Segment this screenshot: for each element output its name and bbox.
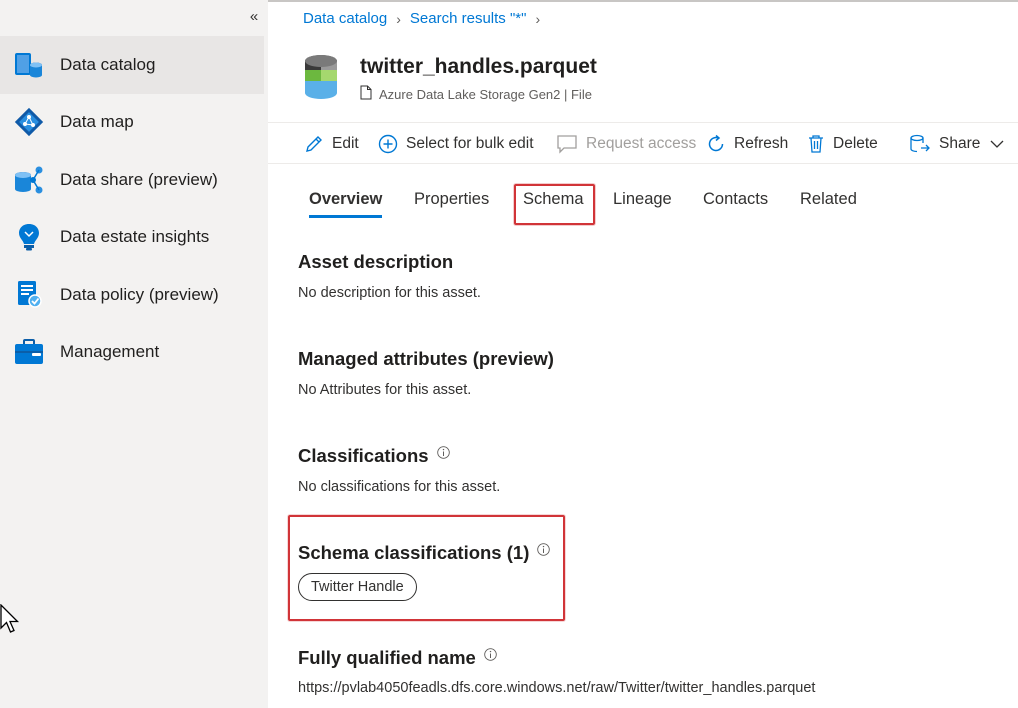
management-toolbox-icon — [13, 336, 45, 368]
tab-properties[interactable]: Properties — [414, 178, 489, 222]
asset-tabs: Overview Properties Schema Lineage Conta… — [298, 178, 1018, 222]
sidebar-item-data-estate-insights[interactable]: Data estate insights — [0, 209, 264, 267]
breadcrumb: Data catalog › Search results "*" › — [303, 10, 549, 27]
bulk-edit-label: Select for bulk edit — [406, 135, 534, 152]
collapse-nav-button[interactable]: « — [244, 8, 264, 28]
share-database-icon — [910, 134, 930, 153]
delete-button[interactable]: Delete — [807, 123, 878, 165]
insights-lightbulb-icon — [13, 221, 45, 253]
sidebar-item-data-map[interactable]: Data map — [0, 94, 264, 152]
add-circle-icon — [378, 134, 398, 154]
trash-icon — [809, 135, 823, 153]
info-icon[interactable] — [436, 442, 450, 464]
data-share-icon — [13, 164, 45, 196]
parquet-file-icon — [304, 54, 338, 100]
refresh-label: Refresh — [734, 135, 789, 152]
mouse-pointer-icon — [0, 603, 20, 639]
chevron-right-icon: › — [396, 10, 401, 27]
asset-description-title: Asset description — [298, 251, 454, 272]
sidebar-item-data-catalog[interactable]: Data catalog — [0, 36, 264, 94]
breadcrumb-data-catalog[interactable]: Data catalog — [303, 10, 387, 27]
pencil-icon — [306, 136, 322, 152]
purview-app: « Data catalog Data map Data share (prev… — [0, 0, 1018, 708]
sidebar-item-label: Management — [60, 342, 160, 362]
sidebar-item-label: Data policy (preview) — [60, 284, 219, 304]
edit-button[interactable]: Edit — [304, 123, 359, 165]
schema-classifications-highlight-box — [288, 515, 565, 621]
chevron-down-icon — [990, 140, 1004, 148]
tab-contacts[interactable]: Contacts — [703, 178, 768, 222]
sidebar-item-label: Data estate insights — [60, 227, 210, 247]
fully-qualified-name-title: Fully qualified name — [298, 647, 476, 668]
comment-icon — [557, 135, 577, 154]
fqn-heading: Fully qualified name — [298, 647, 497, 669]
delete-label: Delete — [833, 135, 878, 152]
breadcrumb-search-results[interactable]: Search results "*" — [410, 10, 527, 27]
asset-title: twitter_handles.parquet — [360, 55, 597, 78]
left-nav: « Data catalog Data map Data share (prev… — [0, 0, 268, 708]
schema-classifications-title: Schema classifications (1) — [298, 542, 530, 563]
data-policy-icon — [13, 279, 45, 311]
sidebar-item-data-policy[interactable]: Data policy (preview) — [0, 266, 264, 324]
managed-attributes-text: No Attributes for this asset. — [298, 382, 472, 398]
refresh-icon — [708, 134, 724, 152]
schema-classifications-heading: Schema classifications (1) — [298, 539, 551, 564]
refresh-button[interactable]: Refresh — [706, 123, 788, 165]
share-button[interactable]: Share — [909, 123, 1004, 165]
asset-subtitle-row: Azure Data Lake Storage Gen2 | File — [360, 85, 592, 103]
request-access-label: Request access — [586, 135, 697, 152]
tab-related[interactable]: Related — [800, 178, 857, 222]
info-icon[interactable] — [537, 539, 551, 561]
tab-schema[interactable]: Schema — [523, 178, 584, 222]
data-map-icon — [13, 106, 45, 138]
managed-attributes-title: Managed attributes (preview) — [298, 348, 554, 369]
sidebar-item-label: Data map — [60, 112, 134, 132]
request-access-button[interactable]: Request access — [556, 123, 696, 165]
info-icon[interactable] — [484, 644, 497, 666]
fully-qualified-name-value: https://pvlab4050feadls.dfs.core.windows… — [298, 680, 816, 696]
asset-subtitle: Azure Data Lake Storage Gen2 | File — [379, 86, 592, 102]
chevron-right-icon: › — [535, 10, 541, 27]
share-label: Share — [939, 135, 981, 152]
classifications-text: No classifications for this asset. — [298, 479, 501, 495]
file-icon — [360, 85, 372, 103]
classification-tag[interactable]: Twitter Handle — [298, 573, 417, 601]
bulk-edit-button[interactable]: Select for bulk edit — [378, 123, 534, 165]
sidebar-item-label: Data share (preview) — [60, 169, 218, 189]
edit-label: Edit — [332, 135, 359, 152]
asset-details-pane: Data catalog › Search results "*" › twit… — [268, 0, 1018, 708]
tab-lineage[interactable]: Lineage — [613, 178, 672, 222]
sidebar-item-data-share[interactable]: Data share (preview) — [0, 151, 264, 209]
command-bar: Edit Select for bulk edit Request access… — [268, 122, 1018, 164]
classifications-title: Classifications — [298, 445, 429, 466]
sidebar-item-label: Data catalog — [60, 54, 156, 74]
classifications-heading: Classifications — [298, 445, 450, 467]
tab-overview[interactable]: Overview — [309, 178, 383, 222]
asset-description-text: No description for this asset. — [298, 285, 481, 301]
data-catalog-icon — [13, 49, 45, 81]
sidebar-item-management[interactable]: Management — [0, 324, 264, 382]
